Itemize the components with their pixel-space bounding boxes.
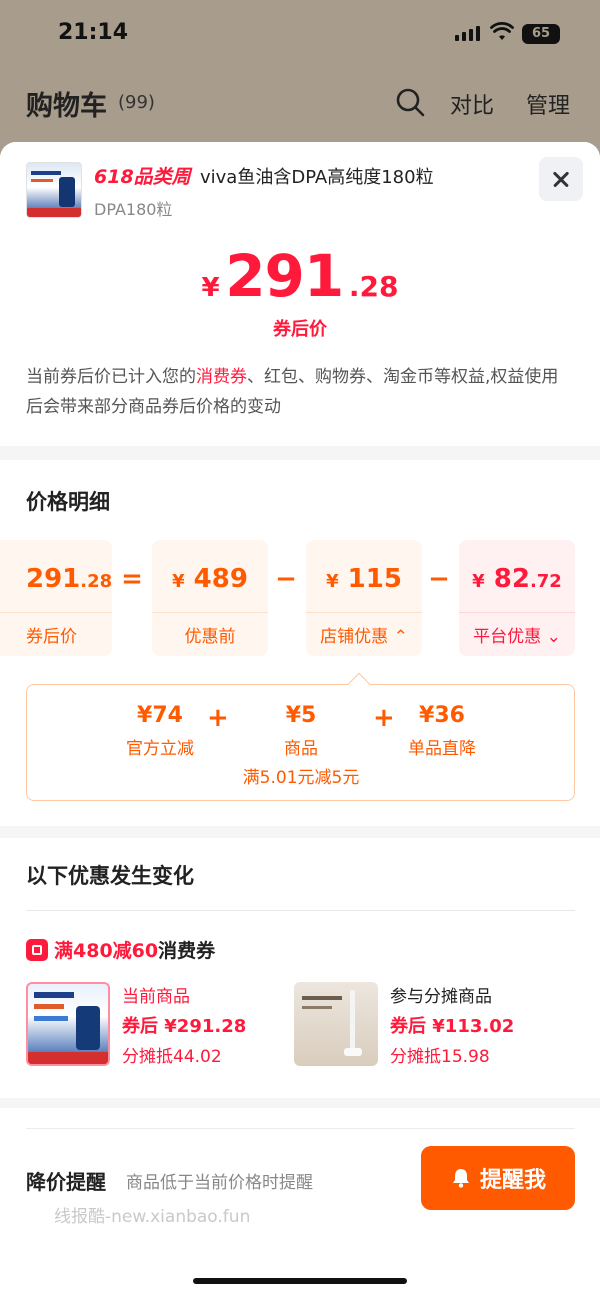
- close-icon[interactable]: [539, 157, 583, 201]
- status-bar: 21:14 65: [0, 0, 600, 70]
- breakdown-name: 单品直降: [408, 739, 476, 759]
- reminder-title: 降价提醒: [26, 1170, 106, 1194]
- compare-button[interactable]: 对比: [450, 88, 494, 120]
- product-image: [294, 982, 378, 1066]
- chevron-up-icon: ⌃: [393, 627, 408, 647]
- box-currency: ¥: [172, 571, 185, 592]
- notice-highlight: 消费券: [196, 367, 247, 387]
- product-sku: DPA180粒: [94, 200, 173, 219]
- minus-operator: −: [428, 564, 450, 594]
- price-currency: ¥: [201, 273, 220, 303]
- chevron-down-icon: ⌄: [546, 627, 561, 647]
- item-label: 参与分摊商品: [390, 987, 492, 1007]
- final-price-label: 券后价: [273, 319, 327, 340]
- price-detail-sheet: 618品类周 viva鱼油含DPA高纯度180粒 DPA180粒 ¥ 291 .…: [0, 142, 600, 1298]
- plus-operator: +: [207, 703, 229, 733]
- box-label: 平台优惠: [473, 627, 542, 647]
- manage-button[interactable]: 管理: [526, 88, 570, 120]
- home-indicator[interactable]: [193, 1278, 407, 1284]
- box-label: 店铺优惠: [320, 627, 389, 647]
- divider: [26, 1128, 575, 1129]
- cart-header: 购物车 (99) 对比 管理: [0, 70, 600, 142]
- remind-me-label: 提醒我: [479, 1168, 546, 1193]
- product-thumbnail: [26, 162, 82, 218]
- product-summary: 618品类周 viva鱼油含DPA高纯度180粒 DPA180粒 ¥ 291 .…: [0, 142, 600, 446]
- box-decimal: .28: [80, 571, 113, 592]
- box-store-discount[interactable]: ¥ 115 店铺优惠 ⌃: [306, 540, 422, 656]
- search-icon[interactable]: [394, 86, 426, 118]
- breakdown-name: 商品: [284, 739, 318, 759]
- breakdown-item: ¥36 单品直降: [387, 703, 497, 759]
- minus-operator: −: [275, 564, 297, 594]
- product-title: viva鱼油含DPA高纯度180粒: [200, 167, 434, 188]
- equals-operator: =: [121, 564, 143, 594]
- breakdown-value: ¥5: [285, 703, 317, 728]
- notice-text-before: 当前券后价已计入您的: [26, 367, 196, 387]
- coupon-amount: 满480减60: [54, 940, 159, 962]
- box-value: 489: [193, 564, 248, 594]
- breakdown-name: 官方立减: [126, 739, 194, 759]
- box-value: 115: [347, 564, 402, 594]
- wifi-icon: [490, 22, 514, 40]
- signal-icon: [455, 26, 480, 41]
- box-platform-discount[interactable]: ¥ 82.72 平台优惠 ⌄: [459, 540, 575, 656]
- box-value: 291: [26, 564, 81, 594]
- box-currency: ¥: [326, 571, 339, 592]
- coupon-row: 满480减60 消费券: [26, 936, 215, 963]
- price-breakdown-section: 价格明细 291.28 券后价 = ¥ 489 优惠前 − ¥ 115 店铺优惠…: [0, 460, 600, 826]
- reminder-description: 商品低于当前价格时提醒: [126, 1173, 313, 1193]
- breakdown-value: ¥36: [419, 703, 465, 728]
- price-integer: 291: [225, 242, 344, 310]
- box-label: 优惠前: [184, 627, 236, 647]
- product-image: [26, 982, 110, 1066]
- box-after-coupon: 291.28 券后价: [0, 540, 112, 656]
- price-drop-reminder: 降价提醒 商品低于当前价格时提醒 提醒我 线报酷-new.xianbao.fun: [0, 1108, 600, 1298]
- breakdown-note: 满5.01元减5元: [242, 768, 360, 788]
- box-value: 82: [493, 564, 530, 594]
- cart-count: (99): [118, 92, 155, 113]
- box-currency: ¥: [472, 571, 485, 592]
- box-decimal: .72: [529, 571, 562, 592]
- price-decimal: .28: [348, 270, 399, 303]
- item-share: 分摊抵15.98: [390, 1047, 490, 1067]
- promo-tag: 618品类周: [94, 166, 191, 188]
- breakdown-value: ¥74: [137, 703, 183, 728]
- breakdown-item: ¥74 官方立减: [105, 703, 215, 759]
- remind-me-button[interactable]: 提醒我: [421, 1146, 575, 1210]
- item-price: 券后 ¥291.28: [122, 1016, 247, 1037]
- battery-icon: 65: [522, 24, 560, 44]
- coupon-type: 消费券: [158, 940, 216, 962]
- item-price: 券后 ¥113.02: [390, 1016, 515, 1037]
- changes-section: 以下优惠发生变化 满480减60 消费券 当前商品 券后 ¥291.28 分摊抵…: [0, 838, 600, 1098]
- section-title: 以下优惠发生变化: [26, 864, 194, 888]
- watermark: 线报酷-new.xianbao.fun: [54, 1207, 251, 1227]
- price-notice: 当前券后价已计入您的消费券、红包、购物券、淘金币等权益,权益使用后会带来部分商品…: [26, 362, 566, 422]
- item-share: 分摊抵44.02: [122, 1047, 222, 1067]
- store-discount-breakdown: ¥74 官方立减 + ¥5 商品 满5.01元减5元 + ¥36 单品直降: [26, 684, 575, 801]
- item-label: 当前商品: [122, 987, 190, 1007]
- box-label: 券后价: [26, 627, 77, 647]
- coupon-icon: [26, 938, 48, 961]
- status-time: 21:14: [58, 20, 129, 45]
- section-title: 价格明细: [26, 490, 110, 514]
- page-title: 购物车: [26, 91, 107, 122]
- breakdown-item: ¥5 商品 满5.01元减5元: [231, 703, 371, 788]
- divider: [26, 910, 575, 911]
- box-original-price: ¥ 489 优惠前: [152, 540, 268, 656]
- bell-icon: [452, 1169, 469, 1188]
- final-price: ¥ 291 .28: [0, 242, 600, 310]
